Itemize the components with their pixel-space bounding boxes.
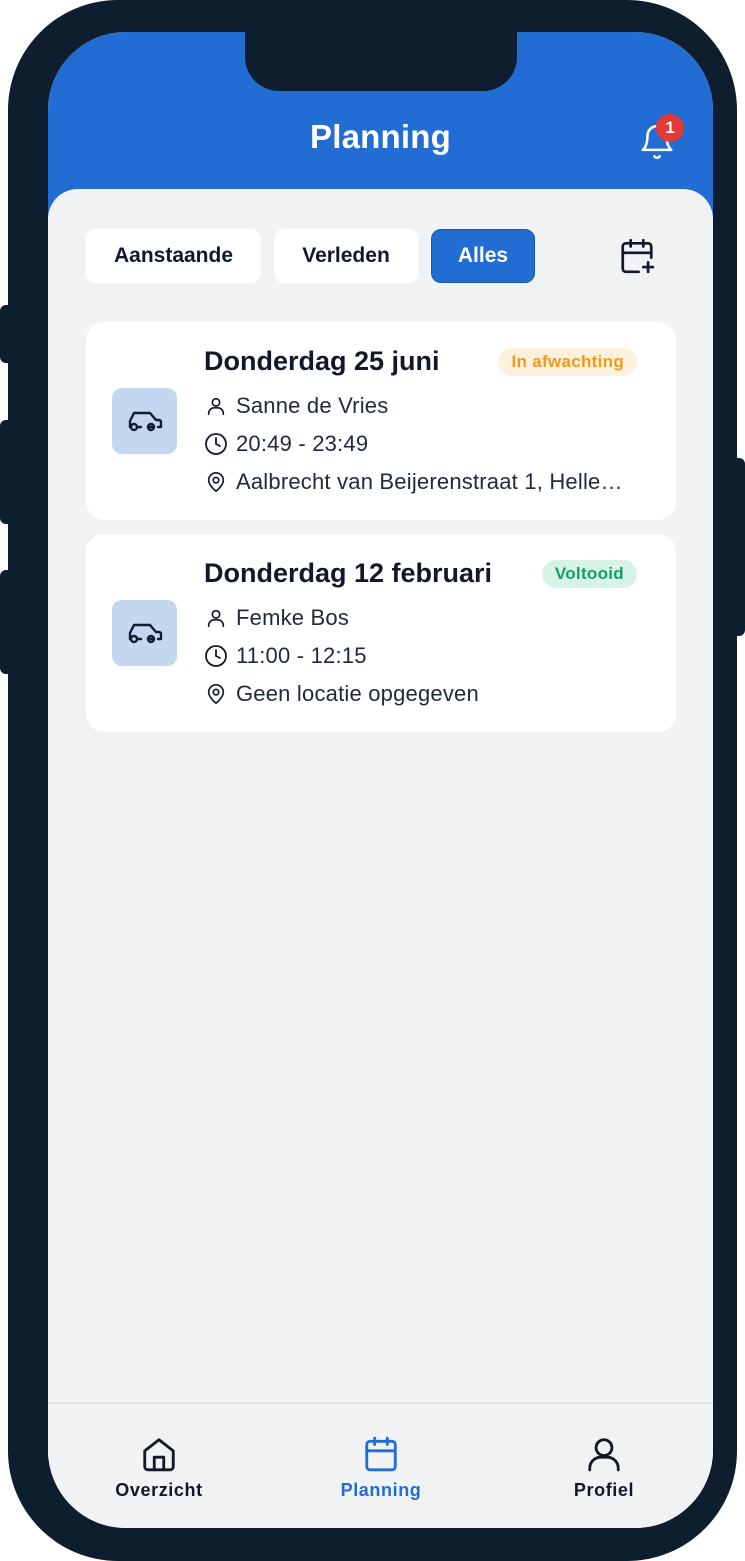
user-icon (204, 605, 228, 631)
vehicle-badge (112, 600, 177, 666)
location-row: Aalbrecht van Beijerenstraat 1, Helle… (204, 467, 623, 497)
car-icon (128, 623, 162, 644)
filter-upcoming-button[interactable]: Aanstaande (86, 229, 261, 283)
time-range: 11:00 - 12:15 (236, 643, 367, 668)
notification-badge: 1 (656, 114, 684, 142)
appointment-card[interactable]: Donderdag 12 februari Voltooid Femke Bos… (86, 534, 676, 732)
filter-past-button[interactable]: Verleden (274, 229, 418, 283)
clock-icon (204, 431, 228, 457)
bottom-tab-bar: Overzicht Planning Profiel (48, 1402, 713, 1528)
appointment-date: Donderdag 25 juni (204, 346, 440, 376)
person-row: Femke Bos (204, 603, 349, 633)
status-badge: In afwachting (498, 348, 637, 376)
user-icon (204, 393, 228, 419)
status-badge: Voltooid (541, 560, 637, 588)
page-title: Planning (310, 118, 451, 155)
time-row: 11:00 - 12:15 (204, 641, 367, 671)
tab-label: Planning (340, 1480, 422, 1500)
time-range: 20:49 - 23:49 (236, 431, 369, 456)
person-name: Femke Bos (236, 605, 350, 630)
user-icon (588, 1438, 620, 1472)
time-row: 20:49 - 23:49 (204, 429, 368, 459)
location-pin-icon (204, 469, 228, 495)
tab-planning[interactable]: Planning (311, 1434, 451, 1501)
tab-overzicht[interactable]: Overzicht (89, 1434, 229, 1501)
appointment-card[interactable]: Donderdag 25 juni In afwachting Sanne de… (86, 322, 676, 520)
filter-all-button[interactable]: Alles (431, 229, 535, 283)
add-appointment-icon[interactable] (618, 236, 656, 276)
person-name: Sanne de Vries (236, 393, 389, 418)
location-pin-icon (204, 681, 228, 707)
location-text: Geen locatie opgegeven (236, 681, 479, 706)
tab-profiel[interactable]: Profiel (534, 1434, 674, 1501)
phone-frame: Planning 1 Aanstaande Verleden Alles Don… (8, 0, 737, 1561)
location-row: Geen locatie opgegeven (204, 679, 479, 709)
main-content: Aanstaande Verleden Alles Donderdag 25 j… (48, 189, 713, 1528)
tab-label: Overzicht (115, 1480, 203, 1500)
appointment-date: Donderdag 12 februari (204, 558, 493, 588)
tab-label: Profiel (573, 1480, 635, 1500)
vehicle-badge (112, 388, 177, 454)
calendar-icon (365, 1436, 397, 1472)
location-text: Aalbrecht van Beijerenstraat 1, Helle… (236, 469, 623, 494)
screen: Planning 1 Aanstaande Verleden Alles Don… (48, 32, 713, 1528)
home-icon (143, 1438, 175, 1472)
person-row: Sanne de Vries (204, 391, 388, 421)
car-icon (128, 411, 162, 432)
camera-notch (245, 32, 517, 91)
clock-icon (204, 643, 228, 669)
